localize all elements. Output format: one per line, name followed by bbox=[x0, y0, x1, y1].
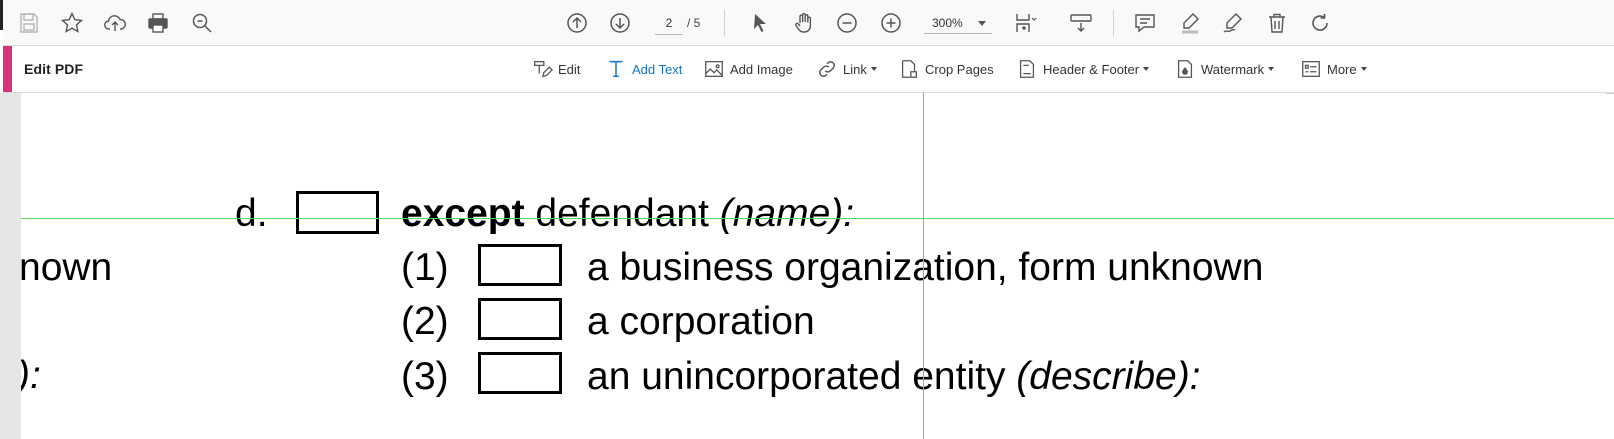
scroll-mode-icon[interactable] bbox=[1065, 7, 1097, 39]
option-text-line: an unincorporated entity (describe): bbox=[587, 357, 1201, 396]
add-text-button[interactable]: Add Text bbox=[605, 55, 682, 83]
scrollbar-tick bbox=[1606, 93, 1614, 100]
arrow-down-circle-icon[interactable] bbox=[604, 7, 636, 39]
crop-pages-label: Crop Pages bbox=[925, 61, 994, 77]
chevron-down-icon bbox=[978, 21, 986, 26]
left-fragment-text: nown bbox=[21, 246, 113, 289]
except-defendant-line: except defendant (name): bbox=[401, 194, 854, 233]
link-label: Link bbox=[843, 61, 867, 77]
crop-icon bbox=[901, 60, 917, 78]
page-fit-icon[interactable] bbox=[1009, 7, 1041, 39]
hand-tool-icon[interactable] bbox=[788, 7, 820, 39]
more-label: More bbox=[1327, 61, 1357, 77]
name-label: (name): bbox=[719, 192, 855, 235]
tool-accent-bar bbox=[3, 46, 12, 92]
except-word: except bbox=[401, 192, 525, 235]
checkbox-except-defendant[interactable] bbox=[296, 191, 379, 234]
select-arrow-icon[interactable] bbox=[744, 7, 776, 39]
rotate-icon[interactable] bbox=[1304, 7, 1336, 39]
horizontal-guide-line bbox=[21, 218, 1614, 219]
watermark-icon bbox=[1177, 60, 1193, 78]
edit-button[interactable]: Edit bbox=[531, 55, 580, 83]
save-icon[interactable] bbox=[13, 7, 45, 39]
zoom-level-dropdown[interactable]: 300% bbox=[924, 12, 992, 34]
crop-pages-button[interactable]: Crop Pages bbox=[898, 55, 994, 83]
page-total-label: / 5 bbox=[687, 16, 701, 30]
main-toolbar: / 5 300% bbox=[3, 0, 1614, 46]
checkbox-corporation[interactable] bbox=[478, 298, 562, 340]
option-number: (1) bbox=[401, 246, 449, 289]
tool-title: Edit PDF bbox=[24, 61, 84, 77]
watermark-button[interactable]: Watermark bbox=[1174, 55, 1275, 83]
toolbar-divider bbox=[1113, 10, 1114, 36]
option-text: an unincorporated entity bbox=[587, 355, 1017, 398]
edit-pdf-toolbar: Edit PDF Edit Add Text Add Image Link Cr… bbox=[3, 46, 1614, 93]
arrow-up-circle-icon[interactable] bbox=[561, 7, 593, 39]
more-list-icon bbox=[1302, 61, 1320, 77]
chevron-down-icon bbox=[1268, 67, 1275, 71]
option-text: a corporation bbox=[587, 300, 815, 343]
option-text: a business organization, form unknown bbox=[587, 246, 1264, 289]
star-icon[interactable] bbox=[56, 7, 88, 39]
checkbox-business-organization[interactable] bbox=[478, 244, 562, 286]
toolbar-divider bbox=[724, 10, 725, 36]
add-text-label: Add Text bbox=[632, 61, 683, 77]
option-number: (2) bbox=[401, 300, 449, 343]
option-number: (3) bbox=[401, 355, 449, 398]
add-image-label: Add Image bbox=[730, 61, 793, 77]
edit-label: Edit bbox=[558, 61, 581, 77]
watermark-label: Watermark bbox=[1201, 61, 1265, 77]
chevron-down-icon bbox=[870, 67, 877, 71]
vertical-guide-line bbox=[923, 93, 924, 439]
more-button[interactable]: More bbox=[1300, 55, 1367, 83]
plus-circle-icon[interactable] bbox=[875, 7, 907, 39]
minus-circle-icon[interactable] bbox=[831, 7, 863, 39]
sign-icon[interactable] bbox=[1217, 7, 1249, 39]
document-page[interactable]: d. except defendant (name): nown ): (1) … bbox=[21, 93, 1614, 439]
header-footer-icon bbox=[1019, 60, 1035, 78]
delete-icon[interactable] bbox=[1261, 7, 1293, 39]
chevron-down-icon bbox=[1143, 67, 1150, 71]
search-zoom-icon[interactable] bbox=[186, 7, 218, 39]
zoom-level-value: 300% bbox=[932, 16, 963, 30]
defendant-text: defendant bbox=[524, 192, 720, 235]
chevron-down-icon bbox=[1360, 67, 1367, 71]
describe-label: (describe): bbox=[1016, 355, 1201, 398]
document-gutter bbox=[0, 93, 21, 439]
checkbox-unincorporated-entity[interactable] bbox=[478, 352, 562, 394]
header-footer-button[interactable]: Header & Footer bbox=[1016, 55, 1150, 83]
item-letter-d: d. bbox=[235, 192, 268, 235]
highlight-icon[interactable] bbox=[1174, 7, 1206, 39]
comment-icon[interactable] bbox=[1129, 7, 1161, 39]
edit-text-icon bbox=[534, 61, 553, 78]
add-text-icon bbox=[609, 60, 623, 78]
cloud-upload-icon[interactable] bbox=[99, 7, 131, 39]
left-fragment-text: ): bbox=[21, 354, 41, 397]
page-number-input[interactable] bbox=[655, 12, 683, 35]
add-image-button[interactable]: Add Image bbox=[703, 55, 793, 83]
header-footer-label: Header & Footer bbox=[1043, 61, 1140, 77]
print-icon[interactable] bbox=[142, 7, 174, 39]
link-icon bbox=[819, 61, 835, 77]
image-icon bbox=[705, 61, 723, 77]
link-button[interactable]: Link bbox=[816, 55, 877, 83]
